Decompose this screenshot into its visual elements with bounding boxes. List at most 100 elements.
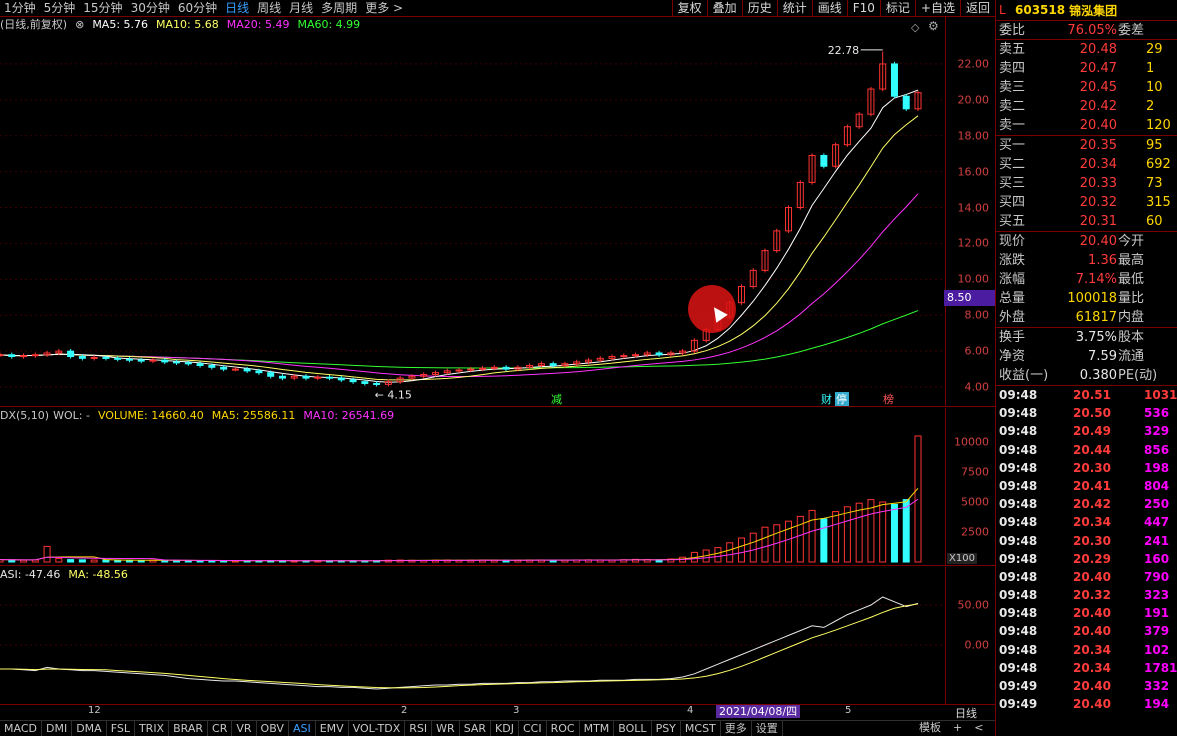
candle-body[interactable] bbox=[373, 382, 381, 385]
template-tab-1[interactable]: + bbox=[947, 720, 968, 735]
action-button-8[interactable]: 返回 bbox=[959, 0, 995, 16]
period-tab-2[interactable]: 15分钟 bbox=[79, 0, 126, 16]
indicator-tab-asi[interactable]: ASI bbox=[289, 721, 316, 736]
candle-body[interactable] bbox=[196, 363, 204, 367]
indicator-tab-wr[interactable]: WR bbox=[432, 721, 460, 736]
candle-body[interactable] bbox=[149, 359, 157, 362]
candle-body[interactable] bbox=[173, 361, 181, 364]
candle-body[interactable] bbox=[632, 354, 640, 357]
candle-body[interactable] bbox=[902, 95, 910, 110]
gear-icon[interactable]: ⚙ bbox=[928, 19, 939, 33]
volume-bar[interactable] bbox=[737, 537, 745, 563]
candle-body[interactable] bbox=[314, 376, 322, 379]
candlestick-plot[interactable]: 22.78 ← 4.15 减 财停 榜 bbox=[0, 17, 945, 407]
template-tab-0[interactable]: 模板 bbox=[913, 720, 947, 735]
volume-bar[interactable] bbox=[843, 506, 851, 563]
action-button-5[interactable]: F10 bbox=[846, 0, 880, 16]
candle-body[interactable] bbox=[137, 359, 145, 362]
volume-bar[interactable] bbox=[726, 542, 734, 563]
period-tab-6[interactable]: 周线 bbox=[253, 0, 285, 16]
volume-bar[interactable] bbox=[914, 435, 922, 563]
candle-body[interactable] bbox=[231, 368, 239, 371]
ask-row[interactable]: 卖四 20.47 1 bbox=[996, 59, 1177, 78]
volume-bar[interactable] bbox=[855, 502, 863, 563]
candle-body[interactable] bbox=[220, 366, 228, 370]
indicator-tab-kdj[interactable]: KDJ bbox=[491, 721, 519, 736]
volume-bar[interactable] bbox=[902, 499, 910, 563]
candle-body[interactable] bbox=[278, 375, 286, 379]
candle-body[interactable] bbox=[890, 63, 898, 97]
action-button-3[interactable]: 统计 bbox=[776, 0, 812, 16]
volume-bar[interactable] bbox=[832, 511, 840, 563]
indicator-tab-设置[interactable]: 设置 bbox=[752, 721, 783, 736]
volume-bar[interactable] bbox=[102, 559, 110, 563]
ask-row[interactable]: 卖二 20.42 2 bbox=[996, 97, 1177, 116]
action-button-0[interactable]: 复权 bbox=[671, 0, 707, 16]
ask-row[interactable]: 卖五 20.48 29 bbox=[996, 40, 1177, 59]
indicator-tab-sar[interactable]: SAR bbox=[460, 721, 492, 736]
indicator-tab-vol-tdx[interactable]: VOL-TDX bbox=[349, 721, 406, 736]
marker-cai[interactable]: 财 bbox=[821, 392, 832, 406]
period-tab-0[interactable]: 1分钟 bbox=[0, 0, 40, 16]
period-tab-1[interactable]: 5分钟 bbox=[40, 0, 80, 16]
candle-body[interactable] bbox=[655, 352, 663, 356]
volume-bar[interactable] bbox=[890, 503, 898, 563]
volume-bar[interactable] bbox=[820, 518, 828, 563]
volume-bar[interactable] bbox=[43, 545, 51, 563]
indicator-tab-fsl[interactable]: FSL bbox=[107, 721, 135, 736]
indicator-tab-obv[interactable]: OBV bbox=[257, 721, 289, 736]
volume-bar[interactable] bbox=[867, 499, 875, 563]
volume-bar[interactable] bbox=[785, 520, 793, 563]
indicator-tab-psy[interactable]: PSY bbox=[652, 721, 681, 736]
period-tab-5[interactable]: 日线 bbox=[221, 0, 253, 16]
stock-name[interactable]: 锦泓集团 bbox=[1069, 2, 1117, 19]
bid-row[interactable]: 买四 20.32 315 bbox=[996, 193, 1177, 212]
template-tab-2[interactable]: < bbox=[968, 720, 989, 735]
candle-body[interactable] bbox=[502, 366, 510, 370]
candle-body[interactable] bbox=[114, 357, 122, 360]
candle-body[interactable] bbox=[184, 362, 192, 365]
candle-body[interactable] bbox=[349, 379, 357, 383]
indicator-tab-boll[interactable]: BOLL bbox=[614, 721, 652, 736]
stock-code[interactable]: 603518 bbox=[1015, 3, 1065, 17]
candle-body[interactable] bbox=[208, 365, 216, 368]
marker-jian[interactable]: 减 bbox=[551, 393, 562, 406]
indicator-tab-mtm[interactable]: MTM bbox=[580, 721, 615, 736]
candle-body[interactable] bbox=[620, 355, 628, 358]
indicator-tab-更多[interactable]: 更多 bbox=[721, 721, 752, 736]
candle-body[interactable] bbox=[549, 363, 557, 367]
asi-line-plot[interactable] bbox=[0, 567, 945, 705]
indicator-tab-cr[interactable]: CR bbox=[208, 721, 233, 736]
indicator-tab-vr[interactable]: VR bbox=[232, 721, 257, 736]
volume-bar[interactable] bbox=[90, 559, 98, 563]
bid-row[interactable]: 买五 20.31 60 bbox=[996, 212, 1177, 231]
candle-body[interactable] bbox=[490, 366, 498, 369]
candle-body[interactable] bbox=[326, 376, 334, 379]
candle-body[interactable] bbox=[820, 154, 828, 167]
marker-ting[interactable]: 停 bbox=[836, 392, 847, 406]
candle-body[interactable] bbox=[8, 354, 16, 358]
candle-body[interactable] bbox=[31, 354, 39, 357]
volume-bar[interactable] bbox=[714, 547, 722, 563]
indicator-tab-brar[interactable]: BRAR bbox=[169, 721, 209, 736]
candle-body[interactable] bbox=[20, 355, 28, 358]
candle-body[interactable] bbox=[302, 375, 310, 379]
indicator-tab-trix[interactable]: TRIX bbox=[135, 721, 170, 736]
volume-bar[interactable] bbox=[749, 532, 757, 563]
period-tab-9[interactable]: 更多 > bbox=[361, 0, 407, 16]
action-button-2[interactable]: 历史 bbox=[741, 0, 777, 16]
volume-bar[interactable] bbox=[55, 557, 63, 563]
period-tab-3[interactable]: 30分钟 bbox=[127, 0, 174, 16]
period-tab-4[interactable]: 60分钟 bbox=[174, 0, 221, 16]
candle-body[interactable] bbox=[455, 369, 463, 372]
candle-body[interactable] bbox=[255, 370, 263, 374]
period-tab-7[interactable]: 月线 bbox=[285, 0, 317, 16]
volume-bars-plot[interactable] bbox=[0, 408, 945, 566]
indicator-tab-dma[interactable]: DMA bbox=[72, 721, 107, 736]
action-button-4[interactable]: 画线 bbox=[811, 0, 847, 16]
candle-body[interactable] bbox=[67, 350, 75, 358]
indicator-tab-rsi[interactable]: RSI bbox=[405, 721, 433, 736]
candle-body[interactable] bbox=[267, 372, 275, 377]
candle-body[interactable] bbox=[90, 356, 98, 359]
action-button-6[interactable]: 标记 bbox=[879, 0, 915, 16]
